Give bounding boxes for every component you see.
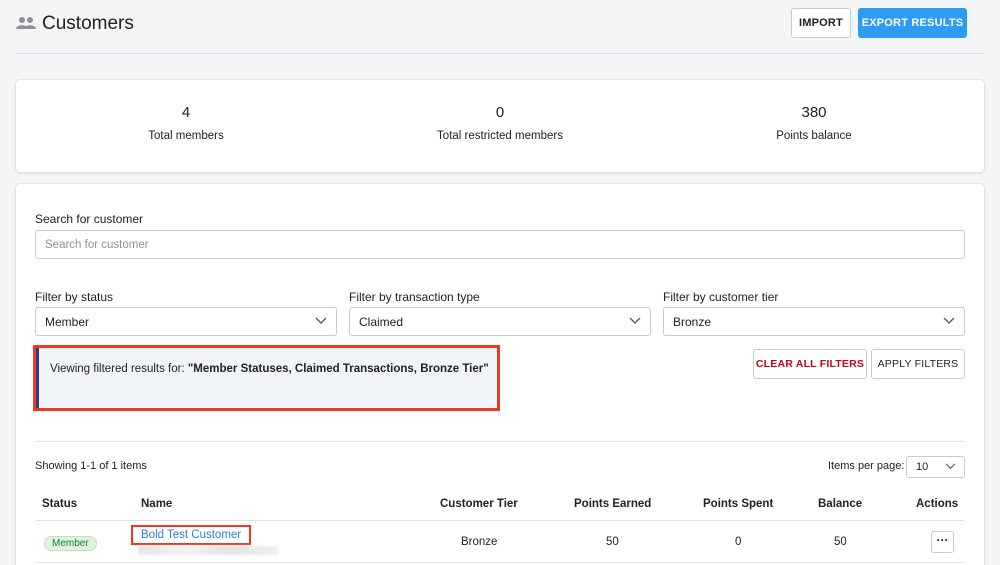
- status-badge: Member: [44, 536, 97, 551]
- export-results-button[interactable]: EXPORT RESULTS: [858, 8, 967, 38]
- stat-value: 4: [181, 104, 191, 121]
- stat-restricted-members: 0 Total restricted members: [339, 104, 661, 142]
- tier-filter-value: Bronze: [673, 314, 712, 329]
- banner-accent-bar: [36, 348, 39, 408]
- chevron-down-icon: [629, 317, 641, 324]
- cell-customer-tier: Bronze: [461, 536, 498, 548]
- page-title: Customers: [42, 13, 134, 34]
- apply-filters-button[interactable]: APPLY FILTERS: [871, 349, 965, 379]
- column-header-balance[interactable]: Balance: [818, 498, 862, 510]
- table-header-divider: [35, 520, 965, 521]
- stat-label: Points balance: [776, 130, 852, 142]
- customers-list-card: Search for customer Filter by status Fil…: [16, 184, 984, 565]
- search-label: Search for customer: [35, 212, 144, 226]
- transaction-filter-value: Claimed: [359, 314, 404, 329]
- search-input[interactable]: [35, 230, 965, 259]
- redacted-email: [138, 546, 278, 555]
- column-header-customer-tier[interactable]: Customer Tier: [440, 498, 518, 510]
- stat-value: 0: [495, 104, 505, 121]
- status-filter-value: Member: [45, 314, 90, 329]
- results-count: Showing 1-1 of 1 items: [35, 460, 147, 472]
- cell-points-earned: 50: [606, 536, 619, 548]
- people-icon: [16, 17, 36, 29]
- items-per-page-value: 10: [916, 461, 929, 473]
- customer-name-link[interactable]: Bold Test Customer: [141, 529, 241, 541]
- column-header-points-earned[interactable]: Points Earned: [574, 498, 651, 510]
- column-header-points-spent[interactable]: Points Spent: [703, 498, 773, 510]
- stat-value: 380: [801, 104, 827, 121]
- chevron-down-icon: [315, 317, 327, 324]
- import-button[interactable]: IMPORT: [791, 8, 851, 38]
- column-header-status[interactable]: Status: [42, 498, 77, 510]
- stat-label: Total members: [148, 130, 224, 142]
- transaction-filter-label: Filter by transaction type: [349, 290, 480, 304]
- filter-summary-banner: Viewing filtered results for: "Member St…: [33, 345, 500, 411]
- filter-summary-prefix: Viewing filtered results for:: [50, 363, 188, 375]
- filter-summary-text: Viewing filtered results for: "Member St…: [50, 362, 490, 377]
- chevron-down-icon: [945, 463, 956, 470]
- cell-points-spent: 0: [735, 536, 742, 548]
- tier-filter-label: Filter by customer tier: [663, 290, 779, 304]
- items-per-page-select[interactable]: 10: [906, 456, 965, 478]
- tier-filter-select[interactable]: Bronze: [663, 307, 965, 336]
- status-filter-select[interactable]: Member: [35, 307, 337, 336]
- stat-total-members: 4 Total members: [25, 104, 347, 142]
- filter-summary-value: "Member Statuses, Claimed Transactions, …: [187, 363, 489, 375]
- column-header-name[interactable]: Name: [141, 498, 172, 510]
- stat-label: Total restricted members: [437, 130, 563, 142]
- transaction-filter-select[interactable]: Claimed: [349, 307, 651, 336]
- row-actions-button[interactable]: ···: [931, 531, 954, 553]
- chevron-down-icon: [943, 317, 955, 324]
- stat-points-balance: 380 Points balance: [653, 104, 975, 142]
- status-filter-label: Filter by status: [35, 290, 114, 304]
- column-header-actions: Actions: [916, 498, 959, 510]
- stats-card: 4 Total members 0 Total restricted membe…: [16, 80, 984, 172]
- table-row-divider: [35, 562, 965, 563]
- divider: [35, 441, 965, 442]
- clear-all-filters-button[interactable]: CLEAR ALL FILTERS: [753, 349, 867, 379]
- items-per-page-label: Items per page:: [828, 460, 905, 472]
- cell-balance: 50: [834, 536, 847, 548]
